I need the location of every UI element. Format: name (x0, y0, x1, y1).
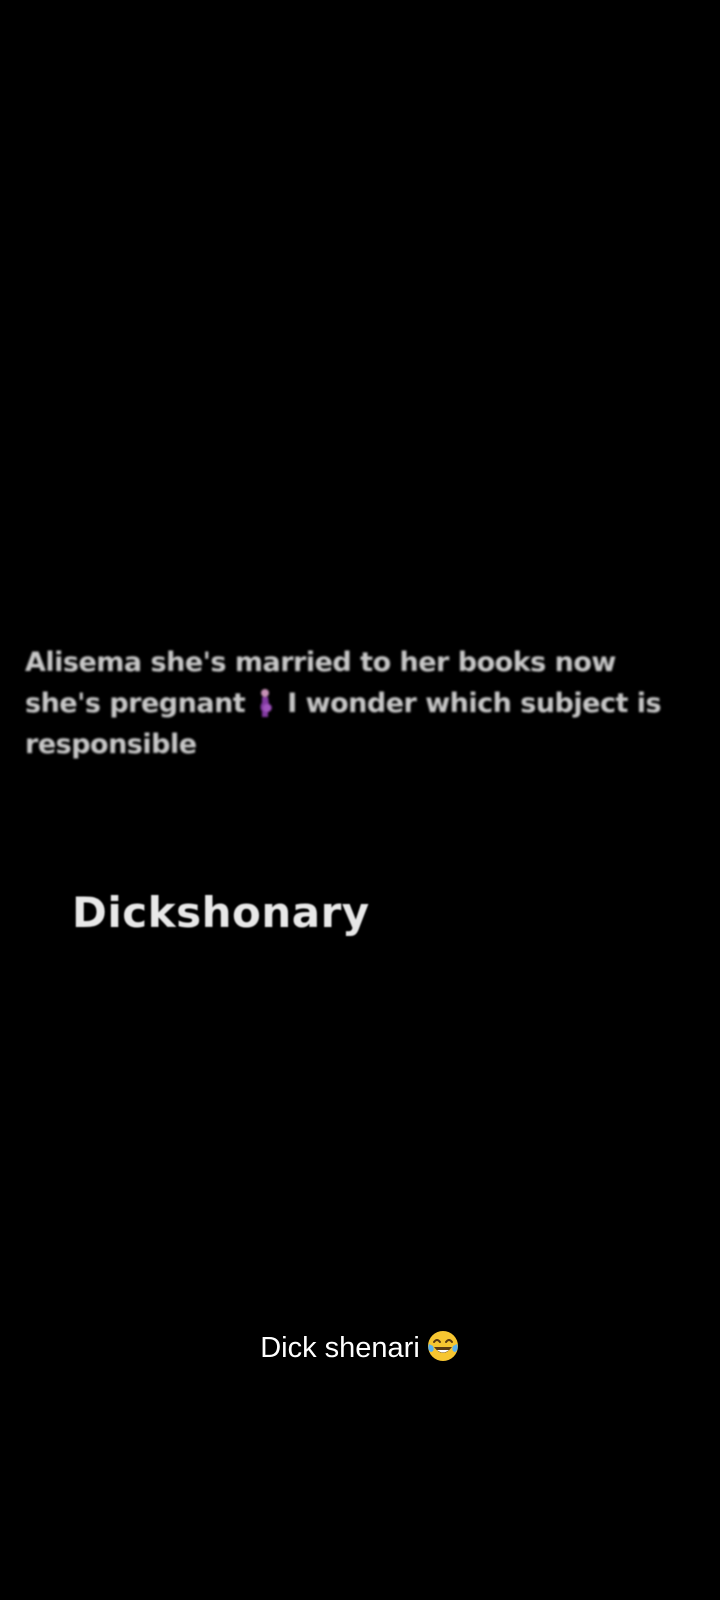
story-screen[interactable]: Alisema she's married to her books now s… (0, 0, 720, 1600)
tears-of-joy-icon (427, 1331, 458, 1361)
post-line-2: she's pregnant I wonder which subject is (25, 683, 685, 724)
story-caption: Dick shenari (0, 1328, 720, 1368)
caption-text: Dick shenari (260, 1332, 420, 1364)
pregnant-woman-icon (260, 689, 273, 717)
post-line-1: Alisema she's married to her books now (25, 647, 616, 678)
post-line-2-end: I wonder which subject is (287, 688, 662, 719)
reply-text: Dickshonary (72, 888, 370, 937)
post-line-3: responsible (25, 729, 197, 760)
screenshot-post-text: Alisema she's married to her books now s… (25, 642, 685, 765)
post-line-2-start: she's pregnant (25, 688, 246, 719)
